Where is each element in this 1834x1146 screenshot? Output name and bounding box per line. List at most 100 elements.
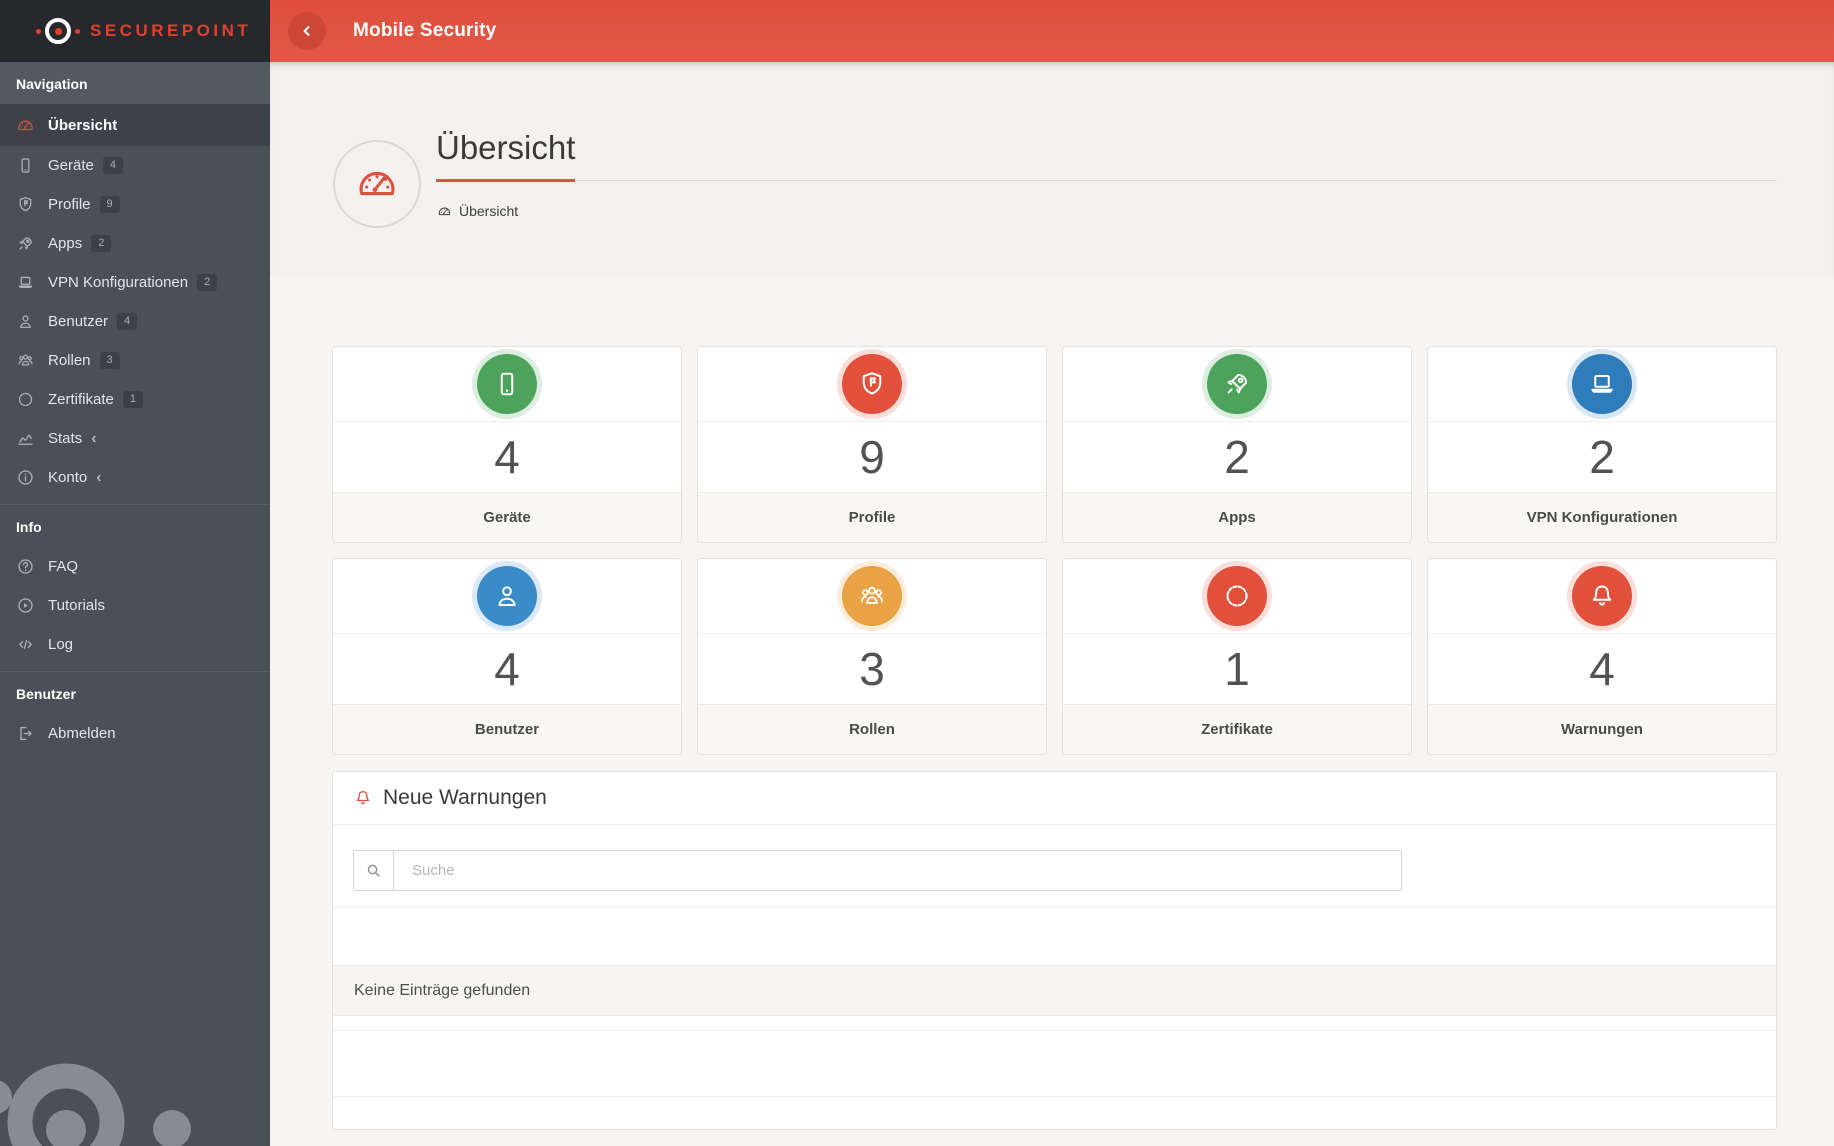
page-avatar [333,140,421,228]
laptop-icon [1572,354,1632,414]
stat-card-profile[interactable]: 9 Profile [697,346,1047,543]
stat-value: 3 [859,643,885,695]
stat-label: Rollen [698,704,1046,754]
logo-dot-right-icon [75,28,80,34]
divider [333,1096,1776,1097]
page-title: Übersicht [436,129,576,182]
page-title-block: Übersicht [436,129,1777,182]
sidebar-item-apps[interactable]: Apps 2 [0,224,270,263]
chevron-left-icon [298,22,316,40]
search-input[interactable] [393,850,1402,891]
stat-value: 9 [859,431,885,483]
stat-value: 2 [1224,431,1250,483]
stat-card-geraete[interactable]: 4 Geräte [332,346,682,543]
stat-value: 1 [1224,643,1250,695]
search-row [353,850,1402,891]
bell-icon [1572,566,1632,626]
stat-card-zertifikate[interactable]: 1 Zertifikate [1062,558,1412,755]
sidebar-item-label: FAQ [48,558,79,575]
stat-label: VPN Konfigurationen [1428,492,1776,542]
sidebar-section-navigation: Navigation [0,62,270,104]
stat-card-vpn-konfigurationen[interactable]: 2 VPN Konfigurationen [1427,346,1777,543]
stat-value: 4 [494,431,520,483]
bell-icon [353,788,373,808]
sidebar-item-profile[interactable]: Profile 9 [0,185,270,224]
app-title: Mobile Security [353,20,497,41]
gauge-icon [354,161,400,207]
sidebar-item-label: VPN Konfigurationen [48,274,189,291]
count-badge: 3 [99,352,120,369]
stat-value: 2 [1589,431,1615,483]
stats-card-grid: 4 Geräte 9 Profile 2 Apps 2 VPN Konfigur… [332,346,1777,755]
sidebar-item-label: Profile [48,196,91,213]
sidebar-item-zertifikate[interactable]: Zertifikate 1 [0,380,270,419]
shield-icon [16,195,35,214]
breadcrumb-label: Übersicht [459,203,519,219]
count-badge: 9 [99,196,120,213]
count-badge: 4 [102,157,123,174]
user-icon [477,566,537,626]
sidebar-item-label: Konto [48,469,88,486]
stat-card-benutzer[interactable]: 4 Benutzer [332,558,682,755]
sidebar-section-benutzer: Benutzer [0,671,270,714]
sidebar-item-label: Log [48,636,74,653]
sidebar-item-tutorials[interactable]: Tutorials [0,586,270,625]
rocket-icon [1207,354,1267,414]
sidebar-item-label: Benutzer [48,313,109,330]
sidebar-item-rollen[interactable]: Rollen 3 [0,341,270,380]
back-button[interactable] [288,12,326,50]
securepoint-watermark-logo [0,1063,191,1146]
stat-label: Profile [698,492,1046,542]
sidebar-item-konto[interactable]: Konto ‹ [0,458,270,497]
laptop-icon [16,273,35,292]
chevron-left-icon: ‹ [96,468,102,486]
sidebar-item-label: Übersicht [48,116,118,134]
certificate-icon [16,390,35,409]
stat-card-rollen[interactable]: 3 Rollen [697,558,1047,755]
sidebar-section-info: Info [0,504,270,547]
new-warnings-panel: Neue Warnungen Keine Einträge gefunden [332,771,1777,1130]
count-badge: 4 [117,313,138,330]
shield-icon [842,354,902,414]
panel-header: Neue Warnungen [333,772,1776,825]
smartphone-icon [477,354,537,414]
certificate-icon [1207,566,1267,626]
stat-card-warnungen[interactable]: 4 Warnungen [1427,558,1777,755]
divider [333,1030,1776,1031]
gauge-icon [16,116,35,135]
sidebar-item-uebersicht[interactable]: Übersicht [0,104,270,146]
play-circle-icon [16,596,35,615]
info-icon [16,468,35,487]
logo-o-icon [45,18,71,44]
stat-value: 4 [1589,643,1615,695]
sidebar-item-stats[interactable]: Stats ‹ [0,419,270,458]
logout-icon [16,724,35,743]
stat-card-apps[interactable]: 2 Apps [1062,346,1412,543]
brand-name: SECUREPOINT [90,21,252,40]
rocket-icon [16,234,35,253]
chart-icon [16,429,35,448]
sidebar: SECUREPOINT Navigation Übersicht Geräte … [0,0,270,1146]
users-icon [16,351,35,370]
count-badge: 2 [91,235,112,252]
breadcrumb[interactable]: Übersicht [437,203,518,219]
sidebar-item-log[interactable]: Log [0,625,270,664]
sidebar-item-label: Abmelden [48,725,116,742]
smartphone-icon [16,156,35,175]
sidebar-item-label: Stats [48,430,83,447]
sidebar-item-faq[interactable]: FAQ [0,547,270,586]
sidebar-item-benutzer[interactable]: Benutzer 4 [0,302,270,341]
user-icon [16,312,35,331]
sidebar-item-abmelden[interactable]: Abmelden [0,714,270,753]
users-icon [842,566,902,626]
stat-label: Warnungen [1428,704,1776,754]
stat-label: Apps [1063,492,1411,542]
sidebar-item-geraete[interactable]: Geräte 4 [0,146,270,185]
chevron-left-icon: ‹ [91,429,97,447]
sidebar-item-label: Geräte [48,157,94,174]
stat-label: Zertifikate [1063,704,1411,754]
question-circle-icon [16,557,35,576]
topbar: Mobile Security [270,0,1834,62]
gauge-icon [437,204,452,219]
sidebar-item-vpn-konfigurationen[interactable]: VPN Konfigurationen 2 [0,263,270,302]
